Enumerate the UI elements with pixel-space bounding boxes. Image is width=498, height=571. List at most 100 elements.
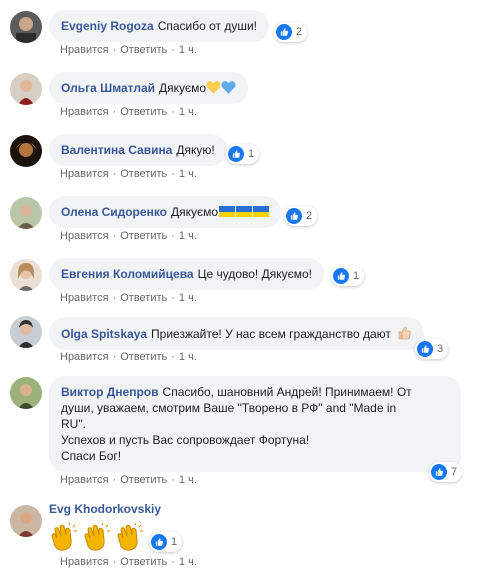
reply-link[interactable]: Ответить [120, 292, 167, 304]
comment-text: Дякуємо [159, 81, 207, 95]
comment-author[interactable]: Евгения Коломийцева [61, 267, 194, 281]
comment-bubble: Валентина Савина Дякую! [49, 134, 227, 166]
separator: · [171, 106, 175, 118]
ukraine-flag-icon [219, 206, 236, 217]
comment-actions: Нравится · Ответить · 1 ч. [60, 168, 197, 180]
comment-text-line: души, уважаем, смотрим Ваше "Творено в Р… [61, 401, 397, 415]
avatar[interactable] [10, 197, 42, 229]
avatar[interactable] [10, 135, 42, 167]
reaction-count: 1 [248, 148, 255, 160]
reply-link[interactable]: Ответить [120, 556, 167, 568]
like-link[interactable]: Нравится [60, 44, 109, 56]
yellow-heart-icon [206, 81, 221, 94]
comment-bubble: Олена Сидоренко Дякуємо [49, 196, 282, 228]
like-link[interactable]: Нравится [60, 292, 109, 304]
timestamp[interactable]: 1 ч. [179, 474, 197, 486]
separator: · [171, 474, 175, 486]
comment-bubble: Евгения Коломийцева Це чудово! Дякуємо! [49, 258, 324, 290]
avatar[interactable] [10, 377, 42, 409]
like-link[interactable]: Нравится [60, 556, 109, 568]
reaction-summary[interactable]: 2 [284, 206, 318, 226]
emoji-row [49, 522, 148, 552]
thumbs-up-icon [398, 326, 411, 340]
comment-actions: Нравится · Ответить · 1 ч. [60, 44, 197, 56]
separator: · [112, 230, 117, 242]
separator: · [112, 44, 117, 56]
separator: · [112, 474, 117, 486]
avatar[interactable] [10, 316, 42, 348]
like-icon [151, 534, 167, 550]
reaction-summary[interactable]: 3 [415, 339, 449, 359]
reaction-summary[interactable]: 1 [331, 266, 365, 286]
reaction-summary[interactable]: 2 [274, 22, 308, 42]
timestamp[interactable]: 1 ч. [179, 292, 197, 304]
avatar[interactable] [10, 505, 42, 537]
comment-actions: Нравится · Ответить · 1 ч. [60, 351, 197, 363]
ukraine-flag-icon [236, 206, 253, 217]
like-icon [228, 146, 244, 162]
reaction-count: 1 [171, 536, 178, 548]
like-link[interactable]: Нравится [60, 230, 109, 242]
comment-actions: Нравится · Ответить · 1 ч. [60, 556, 197, 568]
comment-author[interactable]: Виктор Днепров [61, 385, 159, 399]
separator: · [112, 106, 117, 118]
avatar[interactable] [10, 73, 42, 105]
reaction-count: 7 [451, 466, 458, 478]
comment-author[interactable]: Олена Сидоренко [61, 205, 167, 219]
timestamp[interactable]: 1 ч. [179, 556, 197, 568]
comment-author[interactable]: Olga Spitskaya [61, 327, 147, 341]
like-icon [286, 208, 302, 224]
timestamp[interactable]: 1 ч. [179, 106, 197, 118]
reply-link[interactable]: Ответить [120, 230, 167, 242]
comment-author[interactable]: Валентина Савина [61, 143, 172, 157]
comment-bubble: Olga Spitskaya Приезжайте! У нас всем гра… [49, 317, 425, 350]
reply-link[interactable]: Ответить [120, 474, 167, 486]
separator: · [171, 44, 175, 56]
like-link[interactable]: Нравится [60, 474, 109, 486]
comment-text-line: Спаси Бог! [61, 449, 122, 463]
reply-link[interactable]: Ответить [120, 44, 167, 56]
reaction-count: 2 [306, 210, 313, 222]
comment-author[interactable]: Evgeniy Rogoza [61, 19, 154, 33]
comment-author[interactable]: Evg Khodorkovskiy [49, 502, 161, 516]
timestamp[interactable]: 1 ч. [179, 168, 197, 180]
reply-link[interactable]: Ответить [120, 106, 167, 118]
comment-actions: Нравится · Ответить · 1 ч. [60, 292, 197, 304]
separator: · [112, 556, 117, 568]
reaction-summary[interactable]: 1 [149, 532, 183, 552]
reaction-summary[interactable]: 1 [226, 144, 260, 164]
reply-link[interactable]: Ответить [120, 168, 167, 180]
avatar[interactable] [10, 259, 42, 291]
comment-bubble: Виктор Днепров Спасибо, шановний Андрей! … [49, 376, 461, 472]
reply-link[interactable]: Ответить [120, 351, 167, 363]
comment-bubble: Ольга Шматлай Дякуємо [49, 72, 249, 104]
comment-author[interactable]: Ольга Шматлай [61, 81, 155, 95]
separator: · [112, 351, 117, 363]
separator: · [112, 168, 117, 180]
like-link[interactable]: Нравится [60, 106, 109, 118]
comment-text-line: Спасибо, шановний Андрей! Принимаем! От [162, 385, 412, 399]
like-icon [431, 464, 447, 480]
timestamp[interactable]: 1 ч. [179, 351, 197, 363]
comment-bubble: Evgeniy Rogoza Спасибо от души! [49, 10, 270, 42]
reaction-summary[interactable]: 7 [429, 462, 463, 482]
reaction-count: 2 [296, 26, 303, 38]
separator: · [171, 556, 175, 568]
clapping-hands-icon [115, 522, 145, 552]
comment-actions: Нравится · Ответить · 1 ч. [60, 230, 197, 242]
clapping-hands-icon [49, 522, 79, 552]
reaction-count: 3 [437, 343, 444, 355]
timestamp[interactable]: 1 ч. [179, 44, 197, 56]
like-icon [417, 341, 433, 357]
separator: · [171, 292, 175, 304]
like-link[interactable]: Нравится [60, 351, 109, 363]
like-icon [333, 268, 349, 284]
separator: · [171, 351, 175, 363]
timestamp[interactable]: 1 ч. [179, 230, 197, 242]
comment-text: Спасибо от души! [157, 19, 258, 33]
comment-text: Дякуємо [171, 205, 219, 219]
like-link[interactable]: Нравится [60, 168, 109, 180]
comment-text: Дякую! [176, 143, 215, 157]
separator: · [112, 292, 117, 304]
avatar[interactable] [10, 11, 42, 43]
